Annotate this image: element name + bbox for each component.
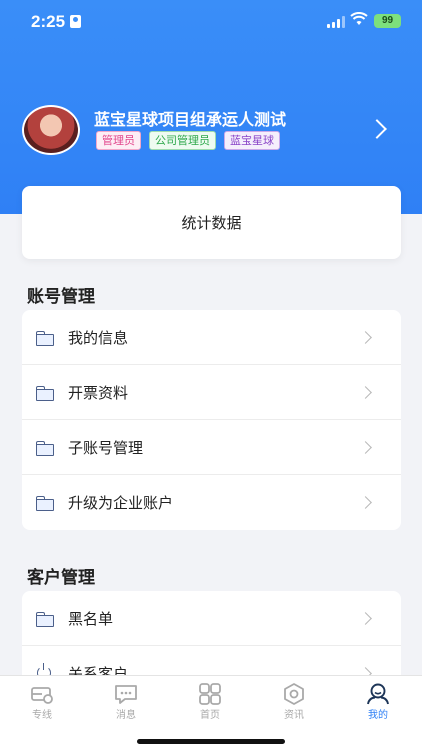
folder-icon — [36, 331, 54, 346]
signal-icon — [327, 16, 345, 28]
account-menu-card: 我的信息 开票资料 子账号管理 升级为企业账户 — [22, 310, 401, 530]
hexagon-icon — [284, 683, 304, 705]
folder-icon — [36, 612, 54, 627]
user-icon — [367, 683, 389, 705]
tab-home[interactable]: 首页 — [168, 676, 252, 721]
role-tags: 管理员 公司管理员 蓝宝星球 — [96, 131, 280, 150]
folder-icon — [36, 386, 54, 401]
tab-label: 专线 — [32, 710, 52, 721]
menu-item-blacklist[interactable]: 黑名单 — [22, 591, 401, 646]
menu-item-related-customers[interactable]: 关系客户 — [22, 646, 401, 675]
tag-brand: 蓝宝星球 — [224, 131, 280, 150]
tab-news[interactable]: 资讯 — [252, 676, 336, 721]
customer-menu-card: 黑名单 关系客户 — [22, 591, 401, 675]
tab-messages[interactable]: 消息 — [84, 676, 168, 721]
wifi-icon — [350, 12, 368, 25]
tag-admin: 管理员 — [96, 131, 141, 150]
customer-section-title: 客户管理 — [27, 568, 95, 588]
grid-icon — [199, 683, 221, 705]
tab-routes[interactable]: 专线 — [0, 676, 84, 721]
menu-item-label: 黑名单 — [68, 609, 114, 628]
menu-item-label: 子账号管理 — [68, 438, 144, 457]
battery-icon: 99 — [374, 14, 401, 28]
menu-item-label: 我的信息 — [68, 328, 129, 347]
avatar[interactable] — [22, 105, 80, 155]
chevron-right-icon — [359, 612, 372, 625]
chevron-right-icon — [359, 667, 372, 675]
status-time: 2:25 — [31, 12, 66, 31]
account-section-title: 账号管理 — [27, 287, 95, 307]
route-icon — [31, 687, 53, 704]
chevron-right-icon — [359, 496, 372, 509]
menu-item-my-info[interactable]: 我的信息 — [22, 310, 401, 365]
stats-label: 统计数据 — [181, 214, 242, 232]
menu-item-label: 开票资料 — [68, 383, 129, 402]
tab-mine[interactable]: 我的 — [336, 676, 420, 721]
profile-name: 蓝宝星球项目组承运人测试 — [94, 110, 287, 129]
folder-icon — [36, 441, 54, 456]
home-indicator — [137, 739, 285, 744]
tab-label: 消息 — [116, 710, 136, 721]
tab-label: 我的 — [368, 710, 388, 721]
person-badge-icon — [70, 15, 81, 28]
chevron-right-icon — [359, 331, 372, 344]
menu-item-upgrade-enterprise[interactable]: 升级为企业账户 — [22, 475, 401, 530]
menu-item-sub-accounts[interactable]: 子账号管理 — [22, 420, 401, 475]
status-bar: 2:25 99 — [0, 0, 422, 44]
chevron-right-icon — [359, 441, 372, 454]
tab-label: 资讯 — [284, 710, 304, 721]
message-icon — [115, 685, 137, 704]
folder-icon — [36, 496, 54, 511]
menu-item-label: 关系客户 — [68, 665, 129, 675]
power-icon — [37, 663, 51, 675]
tag-company-admin: 公司管理员 — [149, 131, 216, 150]
stats-card[interactable]: 统计数据 — [22, 186, 401, 259]
tab-label: 首页 — [200, 710, 220, 721]
chevron-right-icon — [359, 386, 372, 399]
menu-item-label: 升级为企业账户 — [68, 494, 174, 512]
menu-item-invoice-info[interactable]: 开票资料 — [22, 365, 401, 420]
